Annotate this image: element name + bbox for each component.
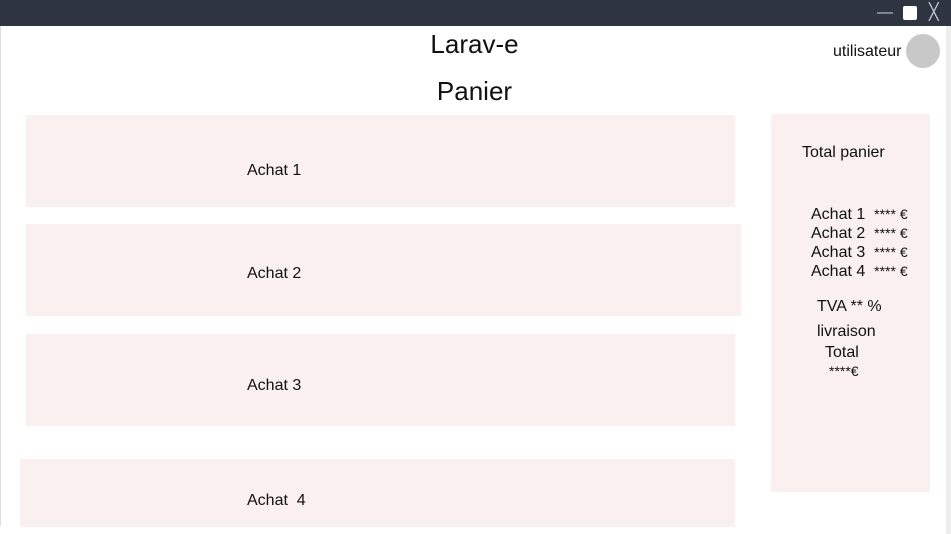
line-label: Achat 4 — [811, 263, 866, 280]
line-price: **** € — [874, 225, 908, 241]
minimize-button[interactable]: — — [877, 4, 893, 22]
summary-lines: Achat 1 **** € Achat 2 **** € Achat 3 **… — [811, 205, 908, 281]
line-label: Achat 1 — [811, 206, 866, 223]
summary-line: Achat 3 **** € — [811, 243, 908, 262]
line-price: **** € — [874, 244, 908, 260]
summary-line: Achat 1 **** € — [811, 205, 908, 224]
cart-item[interactable]: Achat 4 — [20, 459, 735, 527]
maximize-button[interactable] — [903, 6, 917, 20]
item-label: Achat 3 — [247, 377, 302, 394]
cart-summary: Total panier Achat 1 **** € Achat 2 ****… — [771, 114, 930, 492]
item-label: Achat 2 — [247, 265, 302, 282]
summary-line: Achat 2 **** € — [811, 224, 908, 243]
summary-title: Total panier — [802, 144, 885, 161]
cart-item[interactable]: Achat 1 — [26, 115, 735, 207]
livraison: livraison — [817, 323, 876, 340]
cart-item[interactable]: Achat 3 — [26, 334, 735, 426]
cart-item[interactable]: Achat 2 — [26, 224, 741, 316]
total-value: ****€ — [829, 363, 859, 379]
item-label: Achat 1 — [247, 162, 302, 179]
item-label: Achat 4 — [247, 492, 306, 509]
line-label: Achat 2 — [811, 225, 866, 242]
window-titlebar: — ╳ — [0, 0, 951, 26]
total-label: Total — [825, 344, 859, 361]
summary-line: Achat 4 **** € — [811, 262, 908, 281]
app-title: Larav-e — [430, 29, 519, 59]
line-price: **** € — [874, 206, 908, 222]
user-name[interactable]: utilisateur — [833, 43, 901, 61]
page-title: Panier — [436, 76, 513, 106]
close-button[interactable]: ╳ — [929, 4, 939, 22]
tva: TVA ** % — [817, 298, 882, 315]
avatar[interactable] — [906, 34, 940, 68]
line-label: Achat 3 — [811, 244, 866, 261]
line-price: **** € — [874, 263, 908, 279]
